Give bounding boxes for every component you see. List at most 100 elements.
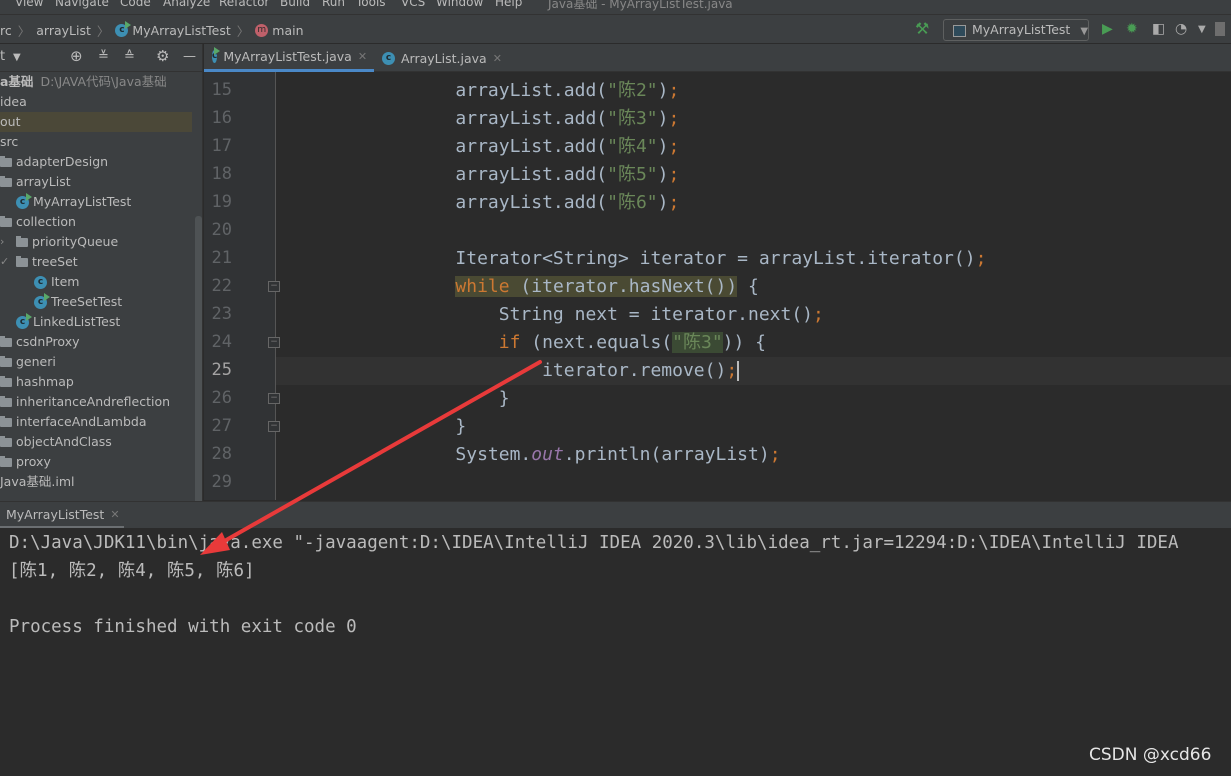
tree-item[interactable]: src xyxy=(0,132,192,152)
tree-item[interactable]: hashmap xyxy=(0,372,192,392)
breadcrumb-class[interactable]: MyArrayListTest xyxy=(132,23,230,38)
tree-item[interactable]: Java基础.iml xyxy=(0,472,192,492)
line-number: 28 xyxy=(211,444,232,464)
run-configuration-select[interactable]: MyArrayListTest ▼ xyxy=(943,19,1089,41)
menu-refactor[interactable]: Refactor xyxy=(219,0,269,9)
tree-item[interactable]: out xyxy=(0,112,192,132)
console-output[interactable]: D:\Java\JDK11\bin\java.exe "-javaagent:D… xyxy=(0,528,1231,776)
dropdown-arrow-icon[interactable]: ▼ xyxy=(13,52,21,63)
tab-myarraylisttest[interactable]: c MyArrayListTest.java ✕ xyxy=(204,44,374,72)
code-token: "陈2" xyxy=(607,80,658,101)
menu-build[interactable]: Build xyxy=(280,0,310,9)
menu-analyze[interactable]: Analyze xyxy=(163,0,210,9)
tree-item[interactable]: collection xyxy=(0,212,192,232)
code-token: ) xyxy=(657,108,669,129)
code-line: String next = iterator.next(); xyxy=(282,301,824,329)
tree-item-label: treeSet xyxy=(32,254,78,269)
more-run-options-icon[interactable]: ▼ xyxy=(1198,24,1206,35)
fold-toggle-icon[interactable]: − xyxy=(268,337,280,348)
breadcrumb-arraylist[interactable]: arrayList xyxy=(36,23,91,38)
tree-item[interactable]: proxy xyxy=(0,452,192,472)
fold-toggle-icon[interactable]: − xyxy=(268,281,280,292)
chevron-down-icon[interactable]: ✓ xyxy=(0,252,9,272)
chevron-right-icon[interactable]: › xyxy=(0,232,4,252)
close-icon[interactable]: ✕ xyxy=(493,52,502,65)
run-icon[interactable]: ▶ xyxy=(1102,21,1113,37)
code-token: ; xyxy=(668,80,680,101)
build-hammer-icon[interactable]: ⚒ xyxy=(915,19,929,38)
breadcrumb: rc 〉 arrayList 〉 c MyArrayListTest 〉 m main xyxy=(0,21,304,40)
code-token: ; xyxy=(668,192,680,213)
tree-item[interactable]: c LinkedListTest xyxy=(0,312,192,332)
console-line-exit: Process finished with exit code 0 xyxy=(9,617,357,637)
class-run-icon: c xyxy=(115,21,132,37)
tree-item[interactable]: › priorityQueue xyxy=(0,232,192,252)
breadcrumb-src[interactable]: rc xyxy=(0,23,12,38)
code-token: ; xyxy=(813,304,824,325)
tree-item-label: arrayList xyxy=(16,174,71,189)
folder-icon xyxy=(0,335,12,347)
tree-item[interactable]: idea xyxy=(0,92,192,112)
tree-item[interactable]: c TreeSetTest xyxy=(0,292,192,312)
tree-item[interactable]: adapterDesign xyxy=(0,152,192,172)
menu-window[interactable]: Window xyxy=(436,0,483,9)
folder-icon xyxy=(0,455,12,467)
tree-item-label: collection xyxy=(16,214,76,229)
tree-item[interactable]: c MyArrayListTest xyxy=(0,192,192,212)
expand-all-icon[interactable]: ≚ xyxy=(98,49,109,64)
breadcrumb-method[interactable]: main xyxy=(272,23,303,38)
code-token: ; xyxy=(668,136,680,157)
debug-bug-icon[interactable]: ✹ xyxy=(1126,21,1138,37)
run-tab-myarraylisttest[interactable]: MyArrayListTest ✕ xyxy=(0,502,124,529)
line-number: 21 xyxy=(211,248,232,268)
tree-item[interactable]: ✓ treeSet xyxy=(0,252,192,272)
close-icon[interactable]: ✕ xyxy=(358,50,367,63)
tree-item[interactable]: objectAndClass xyxy=(0,432,192,452)
stop-icon[interactable] xyxy=(1215,22,1225,36)
project-view-label[interactable]: t xyxy=(0,49,5,64)
locate-crosshair-icon[interactable]: ⊕ xyxy=(70,47,83,65)
tree-item[interactable]: a基础 D:\JAVA代码\Java基础 xyxy=(0,72,192,92)
tree-item-label: a基础 xyxy=(0,74,34,89)
fold-toggle-icon[interactable]: − xyxy=(268,393,280,404)
tree-item[interactable]: arrayList xyxy=(0,172,192,192)
tree-item[interactable]: interfaceAndLambda xyxy=(0,412,192,432)
menu-vcs[interactable]: VCS xyxy=(401,0,425,9)
collapse-all-icon[interactable]: ≙ xyxy=(124,49,135,64)
menu-help[interactable]: Help xyxy=(495,0,522,9)
menu-view[interactable]: View xyxy=(15,0,43,9)
gear-icon[interactable]: ⚙ xyxy=(156,47,169,65)
tab-arraylist[interactable]: c ArrayList.java ✕ xyxy=(374,44,510,72)
tree-item[interactable]: c Item xyxy=(0,272,192,292)
sidebar-scrollbar[interactable] xyxy=(195,216,202,501)
tree-item-label: MyArrayListTest xyxy=(33,194,132,209)
code-line: arrayList.add("陈3"); xyxy=(282,105,679,133)
tree-item[interactable]: inheritanceAndreflection xyxy=(0,392,192,412)
tree-item-label: inheritanceAndreflection xyxy=(16,394,171,409)
code-line: System.out.println(arrayList); xyxy=(282,441,781,469)
code-token: arrayList.add( xyxy=(368,164,608,185)
close-icon[interactable]: ✕ xyxy=(110,508,119,521)
folder-icon xyxy=(0,155,12,167)
tree-item-label: priorityQueue xyxy=(32,234,119,249)
minimize-icon[interactable]: — xyxy=(183,49,196,64)
tree-item[interactable]: generi xyxy=(0,352,192,372)
coverage-icon[interactable]: ◧ xyxy=(1152,21,1165,37)
tree-item[interactable]: csdnProxy xyxy=(0,332,192,352)
code-token: ; xyxy=(769,444,781,465)
menu-code[interactable]: Code xyxy=(120,0,151,9)
code-line: iterator.remove(); xyxy=(282,357,740,385)
code-token: while xyxy=(455,276,510,297)
menu-tools[interactable]: Tools xyxy=(356,0,386,9)
line-number: 25 xyxy=(211,360,232,380)
line-number: 20 xyxy=(211,220,232,240)
profiler-icon[interactable]: ◔ xyxy=(1175,21,1187,37)
fold-toggle-icon[interactable]: − xyxy=(268,421,280,432)
menu-navigate[interactable]: Navigate xyxy=(55,0,109,9)
tree-item-label: src xyxy=(0,134,19,149)
menu-run[interactable]: Run xyxy=(322,0,345,9)
code-token: ) xyxy=(657,192,669,213)
run-config-label: MyArrayListTest xyxy=(972,22,1071,37)
